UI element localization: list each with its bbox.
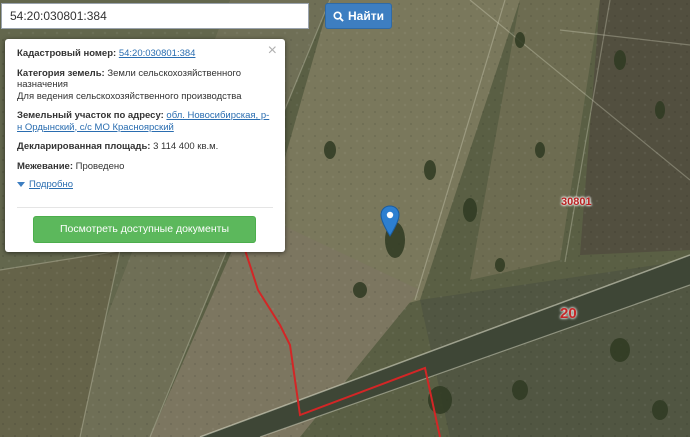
search-button[interactable]: Найти bbox=[325, 3, 392, 29]
search-button-label: Найти bbox=[348, 9, 384, 23]
popup-divider bbox=[17, 207, 273, 208]
cadastral-number-link[interactable]: 54:20:030801:384 bbox=[119, 48, 196, 59]
address-label: Земельный участок по адресу: bbox=[17, 110, 164, 121]
search-input[interactable] bbox=[1, 3, 309, 29]
parcel-info-popup: × Кадастровый номер: 54:20:030801:384 Ка… bbox=[5, 39, 285, 252]
location-marker-icon[interactable] bbox=[380, 205, 400, 242]
land-category-row: Категория земель: Земли сельскохозяйстве… bbox=[17, 68, 273, 103]
close-icon[interactable]: × bbox=[268, 43, 277, 59]
survey-label: Межевание: bbox=[17, 160, 73, 172]
cadastral-number-row: Кадастровый номер: 54:20:030801:384 bbox=[17, 48, 273, 60]
search-icon bbox=[333, 10, 344, 22]
survey-value: Проведено bbox=[75, 160, 125, 172]
survey-row: Межевание: Проведено bbox=[17, 161, 273, 173]
land-category-label: Категория земель: bbox=[17, 67, 105, 79]
cadastral-number-label: Кадастровый номер: bbox=[17, 48, 117, 59]
details-toggle[interactable]: Подробно bbox=[17, 179, 273, 191]
declared-area-label: Декларированная площадь: bbox=[17, 141, 151, 152]
view-documents-button[interactable]: Посмотреть доступные документы bbox=[33, 216, 256, 243]
address-row: Земельный участок по адресу: обл. Новоси… bbox=[17, 110, 273, 133]
quarter-label: 30801 bbox=[561, 196, 592, 208]
declared-area-row: Декларированная площадь: 3 114 400 кв.м. bbox=[17, 141, 273, 153]
declared-area-value: 3 114 400 кв.м. bbox=[153, 141, 219, 152]
land-usage-value: Для ведения сельскохозяйственного произв… bbox=[17, 90, 242, 102]
caret-down-icon bbox=[17, 182, 25, 188]
details-link[interactable]: Подробно bbox=[29, 179, 73, 191]
road-number-label: 20 bbox=[560, 305, 577, 322]
